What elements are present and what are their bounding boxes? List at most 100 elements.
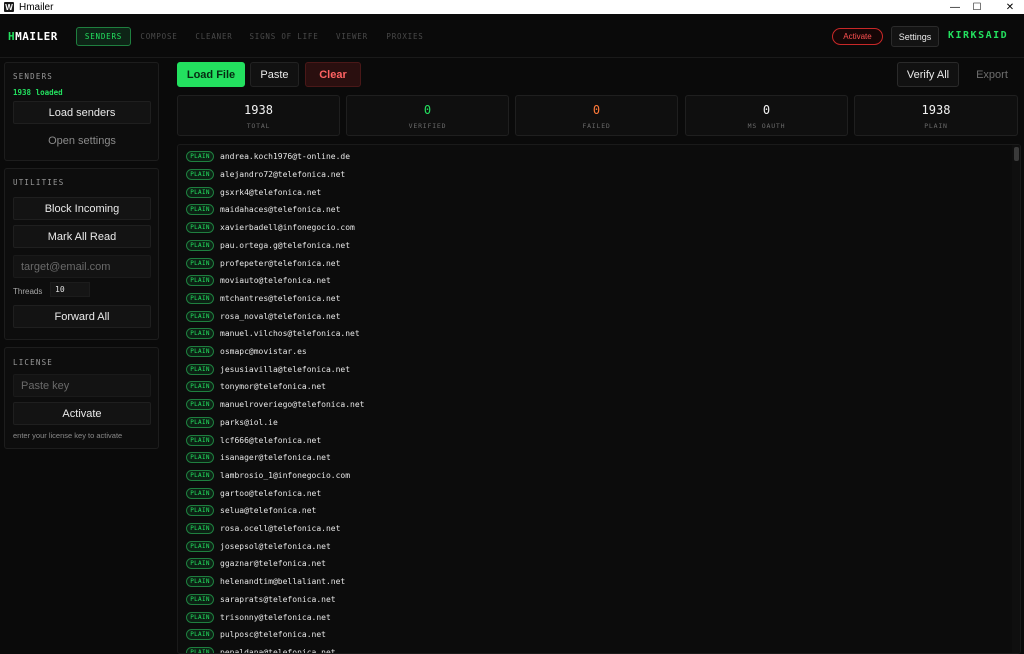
stat-verified-label: VERIFIED [408,122,447,130]
sender-email: isanager@telefonica.net [220,453,331,463]
list-item[interactable]: PLAIN saraprats@telefonica.net [178,591,1012,609]
activate-button[interactable]: Activate [832,28,883,45]
target-email-input[interactable] [13,255,151,278]
list-item[interactable]: PLAIN pepaldana@telefonica.net [178,644,1012,653]
plain-badge: PLAIN [186,416,214,428]
tab-senders[interactable]: SENDERS [76,27,131,46]
stat-plain-label: PLAIN [924,122,948,130]
list-item[interactable]: PLAIN moviauto@telefonica.net [178,272,1012,290]
sender-email: jesusiavilla@telefonica.net [220,364,351,374]
plain-badge: PLAIN [186,558,214,570]
close-icon[interactable]: ✕ [987,0,1024,14]
plain-badge: PLAIN [186,169,214,181]
list-item[interactable]: PLAIN rosa_noval@telefonica.net [178,307,1012,325]
plain-badge: PLAIN [186,629,214,641]
tab-proxies[interactable]: PROXIES [384,27,426,46]
stat-verified: 0 VERIFIED [346,95,509,136]
plain-badge: PLAIN [186,239,214,251]
open-settings-button[interactable]: Open settings [13,129,151,152]
sender-email: trisonny@telefonica.net [220,612,331,622]
list-item[interactable]: PLAIN trisonny@telefonica.net [178,608,1012,626]
license-activate-button[interactable]: Activate [13,402,151,425]
list-item[interactable]: PLAIN pau.ortega.g@telefonica.net [178,237,1012,255]
list-item[interactable]: PLAIN gartoo@telefonica.net [178,484,1012,502]
list-item[interactable]: PLAIN maidahaces@telefonica.net [178,201,1012,219]
load-senders-button[interactable]: Load senders [13,101,151,124]
list-item[interactable]: PLAIN manuelroveriego@telefonica.net [178,396,1012,414]
list-item[interactable]: PLAIN josepsol@telefonica.net [178,537,1012,555]
settings-button[interactable]: Settings [891,26,939,47]
plain-badge: PLAIN [186,186,214,198]
sender-email: pau.ortega.g@telefonica.net [220,240,351,250]
sender-email: manuel.vilchos@telefonica.net [220,329,360,339]
list-item[interactable]: PLAIN gsxrk4@telefonica.net [178,183,1012,201]
threads-input[interactable] [50,282,90,297]
sender-email: mtchantres@telefonica.net [220,293,341,303]
sender-email: osmapc@movistar.es [220,347,307,357]
plain-badge: PLAIN [186,452,214,464]
sender-email: ggaznar@telefonica.net [220,559,326,569]
list-item[interactable]: PLAIN tonymor@telefonica.net [178,378,1012,396]
sender-list[interactable]: PLAIN pepaldana@telefonica.net PLAIN pulpos… [177,144,1021,654]
stat-plain-value: 1938 [921,103,951,117]
list-item[interactable]: PLAIN xavierbadell@infonegocio.com [178,219,1012,237]
user-name: KIRKSAID [948,30,1009,41]
sender-email: profepeter@telefonica.net [220,258,341,268]
list-item[interactable]: PLAIN jesusiavilla@telefonica.net [178,360,1012,378]
sender-email: alejandro72@telefonica.net [220,170,346,180]
tab-compose[interactable]: COMPOSE [137,27,181,46]
list-item[interactable]: PLAIN isanager@telefonica.net [178,449,1012,467]
block-incoming-button[interactable]: Block Incoming [13,197,151,220]
export-button[interactable]: Export [966,62,1018,87]
list-item[interactable]: PLAIN mtchantres@telefonica.net [178,290,1012,308]
sender-email: manuelroveriego@telefonica.net [220,400,365,410]
list-item[interactable]: PLAIN rosa.ocell@telefonica.net [178,520,1012,538]
stat-failed-label: FAILED [582,122,611,130]
sender-email: xavierbadell@infonegocio.com [220,223,355,233]
list-scrollbar[interactable] [1012,145,1020,653]
plain-badge: PLAIN [186,257,214,269]
senders-panel-title: SENDERS [13,72,54,81]
tab-signs-of-life[interactable]: SIGNS OF LIFE [249,27,319,46]
sender-email: gsxrk4@telefonica.net [220,187,322,197]
sender-email: pulposc@telefonica.net [220,630,326,640]
list-item[interactable]: PLAIN helenandtim@bellaliant.net [178,573,1012,591]
list-item[interactable]: PLAIN selua@telefonica.net [178,502,1012,520]
utilities-panel-title: UTILITIES [13,178,65,187]
stat-plain: 1938 PLAIN [854,95,1018,136]
license-key-input[interactable] [13,374,151,397]
tab-cleaner[interactable]: CLEANER [192,27,236,46]
window-title: Hmailer [19,1,54,13]
list-item[interactable]: PLAIN profepeter@telefonica.net [178,254,1012,272]
forward-all-button[interactable]: Forward All [13,305,151,328]
license-panel-title: LICENSE [13,358,54,367]
list-item[interactable]: PLAIN ggaznar@telefonica.net [178,555,1012,573]
plain-badge: PLAIN [186,399,214,411]
tab-viewer[interactable]: VIEWER [333,27,371,46]
load-file-button[interactable]: Load File [177,62,245,87]
list-item[interactable]: PLAIN andrea.koch1976@t-online.de [178,148,1012,166]
list-item[interactable]: PLAIN pulposc@telefonica.net [178,626,1012,644]
plain-badge: PLAIN [186,204,214,216]
list-item[interactable]: PLAIN osmapc@movistar.es [178,343,1012,361]
license-panel: LICENSE Activate enter your license key … [4,347,159,449]
paste-button[interactable]: Paste [250,62,299,87]
list-item[interactable]: PLAIN parks@iol.ie [178,414,1012,432]
verify-all-button[interactable]: Verify All [897,62,959,87]
plain-badge: PLAIN [186,523,214,535]
plain-badge: PLAIN [186,275,214,287]
clear-button[interactable]: Clear [305,62,361,87]
list-item[interactable]: PLAIN lambrosio_1@infonegocio.com [178,467,1012,485]
list-item[interactable]: PLAIN lcf666@telefonica.net [178,431,1012,449]
stat-ms-oauth-value: 0 [762,103,771,117]
app-icon: W [4,2,14,12]
plain-badge: PLAIN [186,292,214,304]
mark-all-read-button[interactable]: Mark All Read [13,225,151,248]
list-item[interactable]: PLAIN manuel.vilchos@telefonica.net [178,325,1012,343]
list-item[interactable]: PLAIN alejandro72@telefonica.net [178,166,1012,184]
list-scrollbar-thumb[interactable] [1014,147,1019,161]
sender-email: andrea.koch1976@t-online.de [220,152,351,162]
plain-badge: PLAIN [186,381,214,393]
stat-ms-oauth-label: MS OAUTH [747,122,786,130]
plain-badge: PLAIN [186,487,214,499]
